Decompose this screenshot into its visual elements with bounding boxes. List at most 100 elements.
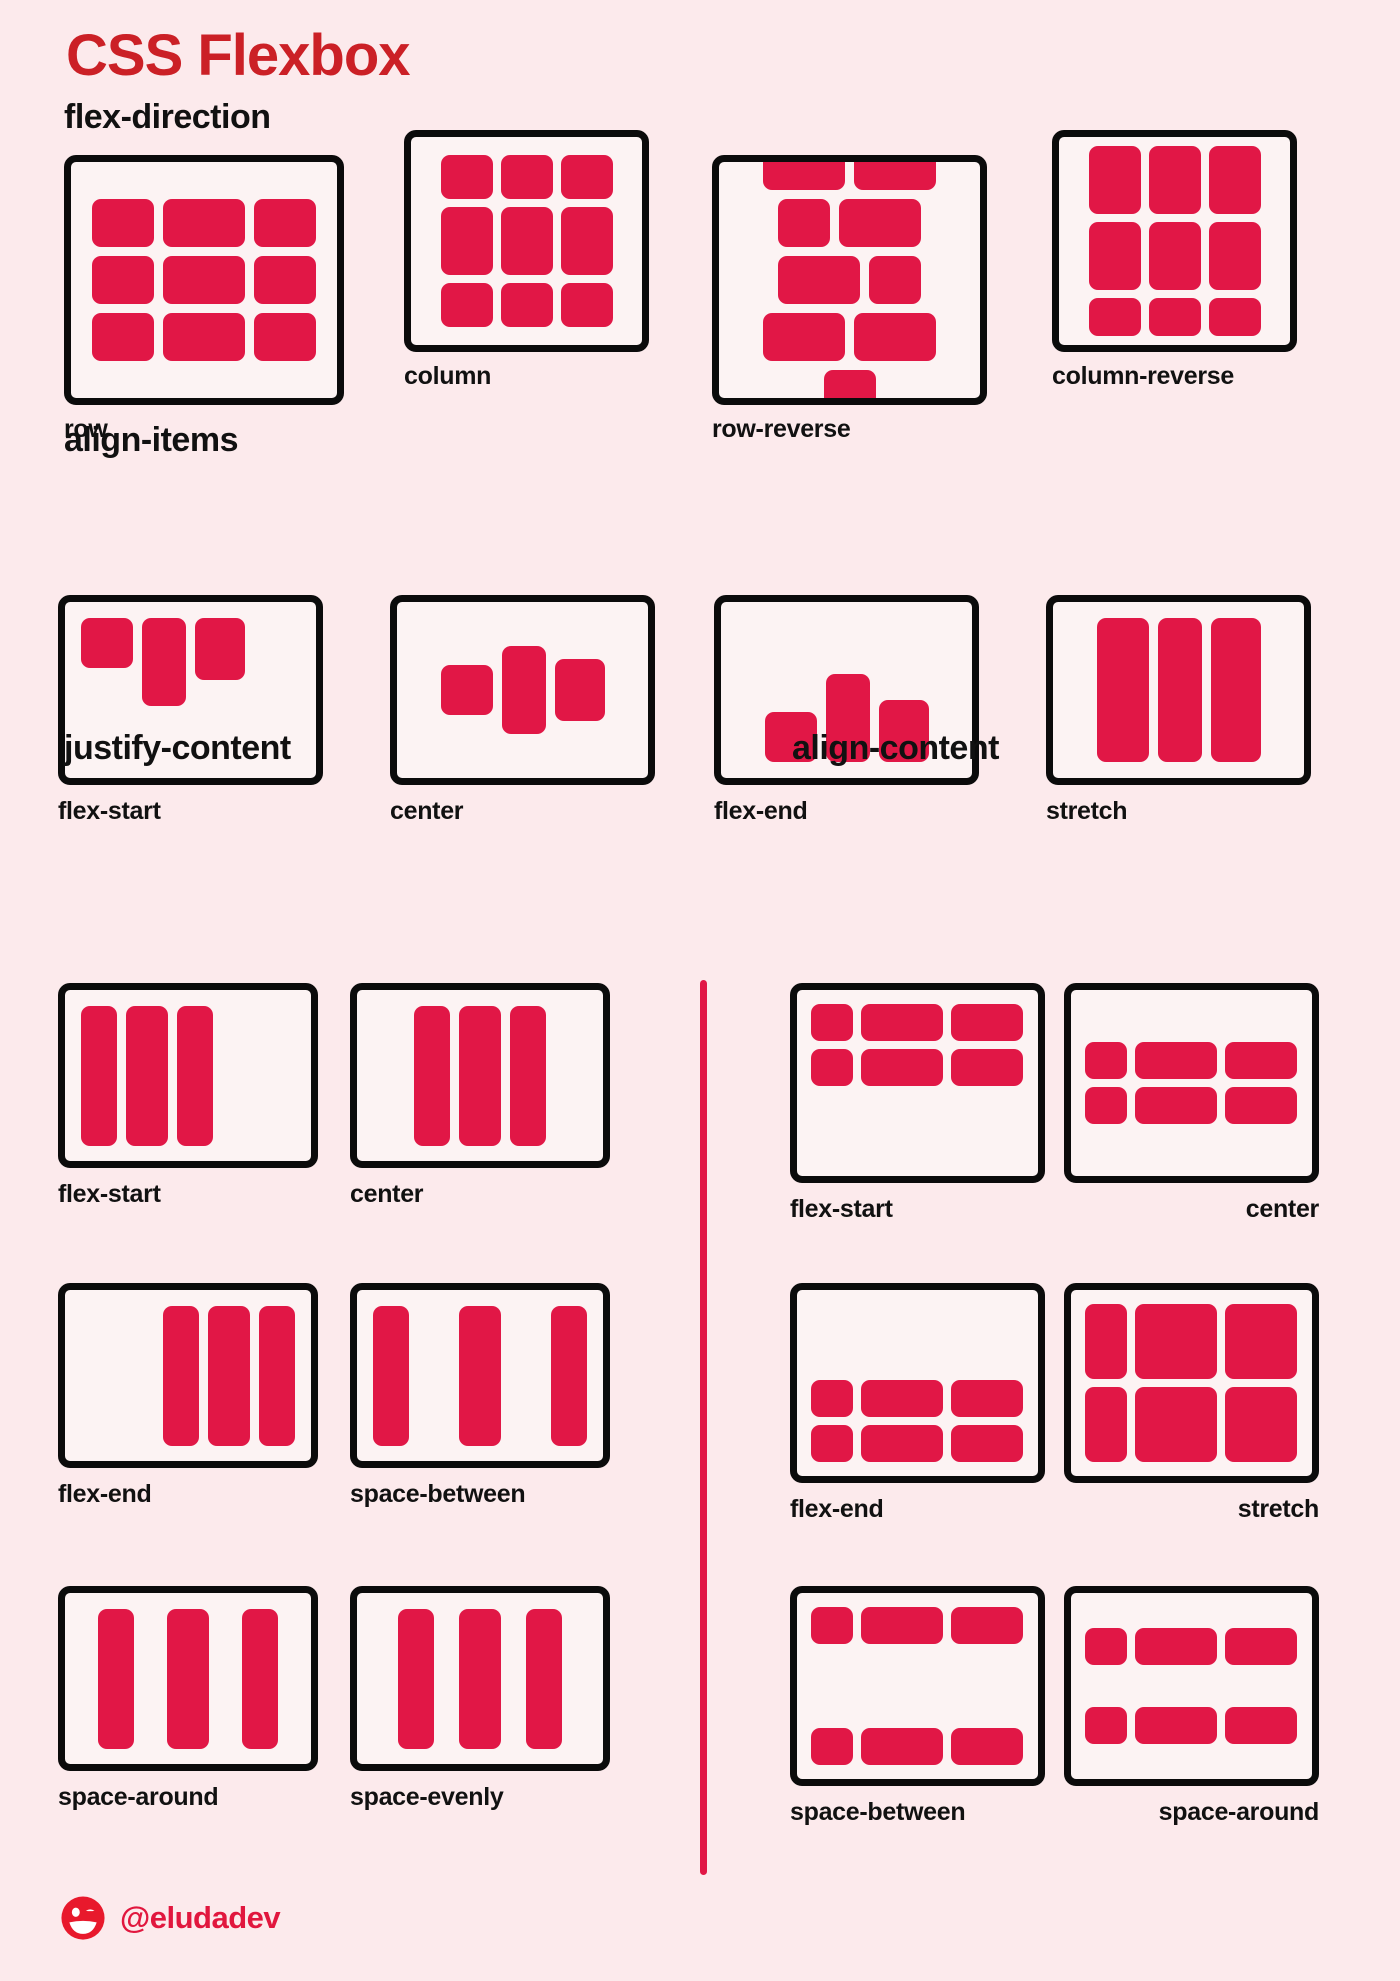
- demo-box: [1052, 130, 1297, 352]
- demo-box: [790, 1283, 1045, 1483]
- demo-row: [1085, 1387, 1298, 1462]
- demo-align-content-flex-end: flex-end: [790, 1283, 1045, 1524]
- demo-items: [719, 162, 980, 398]
- demo-box: [58, 1586, 318, 1771]
- demo-box: [64, 155, 344, 405]
- flex-item: [414, 1005, 450, 1146]
- flex-item: [242, 1608, 279, 1749]
- flex-item: [440, 283, 493, 327]
- flex-item: [254, 199, 316, 247]
- flex-item: [1225, 1707, 1297, 1744]
- flex-item: [811, 1425, 853, 1462]
- flex-item: [177, 1005, 213, 1146]
- demo-box: [1064, 1586, 1319, 1786]
- demo-align-items-flex-start: flex-start: [58, 595, 323, 826]
- flex-item: [1085, 1304, 1127, 1379]
- flex-item: [1225, 1042, 1297, 1079]
- flex-item: [440, 665, 493, 715]
- flex-item: [951, 1004, 1023, 1041]
- demo-box: [1046, 595, 1311, 785]
- demo-box: [790, 1586, 1045, 1786]
- flex-item: [500, 207, 553, 275]
- flex-item: [1148, 146, 1201, 214]
- flex-item: [839, 199, 921, 247]
- flex-item: [1088, 146, 1141, 214]
- flex-item: [560, 155, 613, 199]
- section-heading-align-items: align-items: [64, 421, 238, 459]
- demo-box: [790, 983, 1045, 1183]
- flex-item: [861, 1380, 943, 1417]
- flex-item: [398, 1608, 434, 1749]
- flex-item: [373, 1305, 409, 1446]
- demo-align-content-center: center: [1064, 983, 1319, 1224]
- demo-items: [1059, 137, 1290, 345]
- flex-item: [1088, 222, 1141, 290]
- flex-item: [166, 1608, 209, 1749]
- flex-item: [861, 1728, 943, 1765]
- flex-item: [440, 155, 493, 199]
- flex-item: [1085, 1707, 1127, 1744]
- flex-item: [1085, 1387, 1127, 1462]
- demo-caption: space-evenly: [350, 1783, 504, 1811]
- flex-item: [854, 313, 936, 361]
- flex-item: [811, 1607, 853, 1644]
- flex-item: [1135, 1387, 1217, 1462]
- flex-item: [1225, 1387, 1297, 1462]
- flex-item: [861, 1004, 943, 1041]
- demo-flex-direction-column-reverse: column-reverse: [1052, 130, 1297, 391]
- demo-box: [350, 1283, 610, 1468]
- flex-item: [259, 1305, 295, 1446]
- flex-item: [1210, 618, 1261, 762]
- flex-item: [811, 1049, 853, 1086]
- demo-justify-content-space-around: space-around: [58, 1586, 318, 1812]
- demo-items: [411, 137, 642, 345]
- demo-align-content-space-between: space-between: [790, 1586, 1045, 1827]
- flex-item: [81, 1005, 117, 1146]
- flex-item: [823, 370, 876, 398]
- section-heading-flex-direction: flex-direction: [64, 98, 271, 136]
- flex-item: [778, 256, 860, 304]
- flex-item: [1157, 618, 1202, 762]
- demo-row: [1085, 1304, 1298, 1379]
- demo-caption: space-between: [790, 1798, 966, 1826]
- demo-align-items-flex-end: flex-end: [714, 595, 979, 826]
- flex-item: [459, 1608, 501, 1749]
- demo-caption: flex-end: [714, 797, 808, 825]
- demo-row: [1085, 1707, 1298, 1744]
- demo-caption: center: [350, 1180, 424, 1208]
- flex-item: [1208, 146, 1261, 214]
- flex-item: [951, 1728, 1023, 1765]
- flex-item: [854, 162, 936, 190]
- flex-item: [861, 1049, 943, 1086]
- flex-item: [951, 1607, 1023, 1644]
- flex-item: [142, 618, 186, 706]
- demo-row: [811, 1607, 1024, 1644]
- demo-row: [811, 1425, 1024, 1462]
- demo-justify-content-space-evenly: space-evenly: [350, 1586, 610, 1812]
- section-heading-justify-content: justify-content: [64, 729, 291, 767]
- demo-box: [350, 1586, 610, 1771]
- flex-item: [1148, 298, 1201, 336]
- flex-item: [1088, 298, 1141, 336]
- footer-handle[interactable]: @eludadev: [120, 1900, 281, 1936]
- flex-item: [1135, 1042, 1217, 1079]
- demo-flex-direction-row-reverse: row-reverse: [712, 155, 987, 444]
- demo-box: [712, 155, 987, 405]
- demo-box: [1064, 983, 1319, 1183]
- flex-item: [501, 646, 546, 734]
- demo-caption: space-around: [1158, 1798, 1320, 1826]
- demo-row: [811, 1004, 1024, 1041]
- flex-item: [1096, 618, 1149, 762]
- flex-item: [869, 256, 921, 304]
- flex-item: [1135, 1628, 1217, 1665]
- demo-box: [58, 1283, 318, 1468]
- demo-caption: stretch: [1237, 1495, 1320, 1523]
- flex-item: [811, 1380, 853, 1417]
- demo-row: [1085, 1628, 1298, 1665]
- demo-caption: center: [390, 797, 464, 825]
- flex-item: [811, 1004, 853, 1041]
- page-title: CSS Flexbox: [66, 23, 411, 88]
- demo-caption: space-around: [58, 1783, 219, 1811]
- demo-justify-content-center: center: [350, 983, 610, 1209]
- flex-item: [951, 1425, 1023, 1462]
